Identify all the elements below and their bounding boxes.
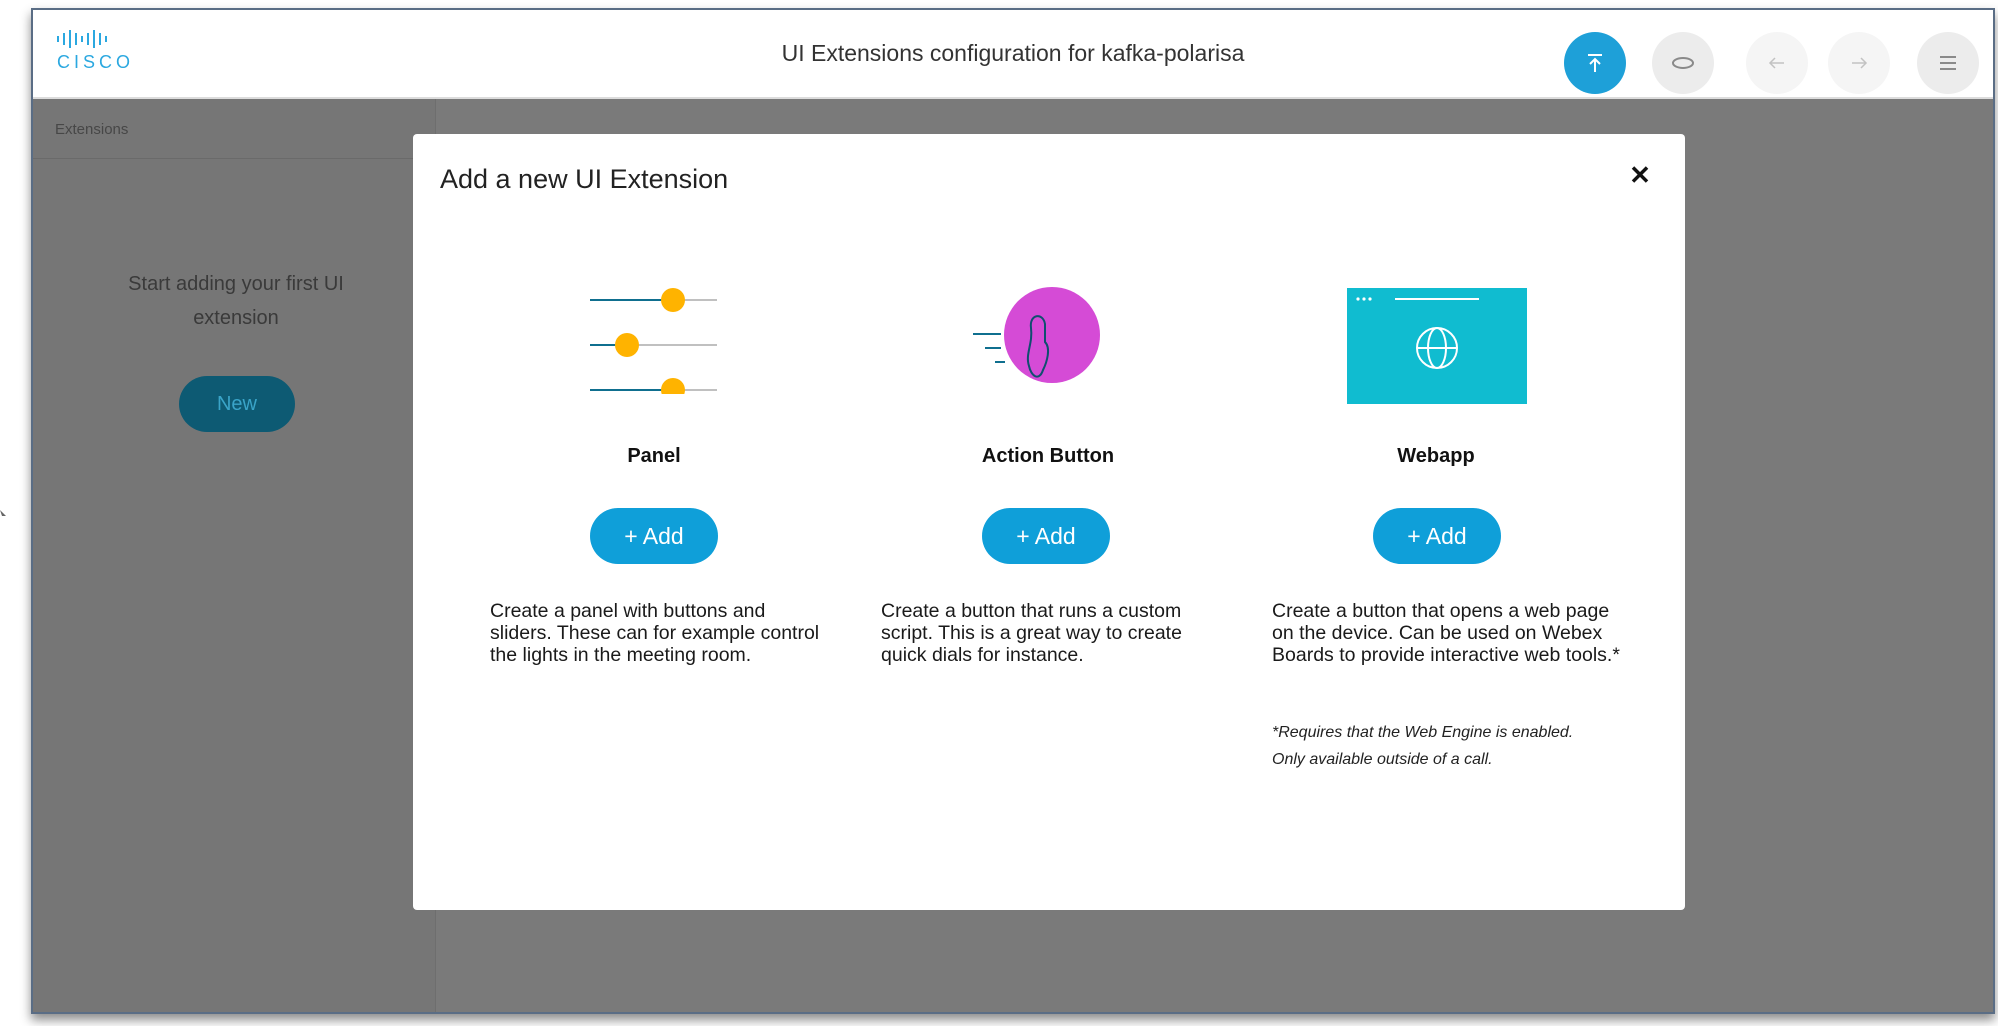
action-button-description: Create a button that runs a custom scrip… (881, 600, 1182, 666)
extensions-sidebar: Extensions Start adding your first UI ex… (33, 99, 436, 1012)
browser-globe-icon (1347, 288, 1527, 404)
menu-button[interactable] (1917, 32, 1979, 94)
mouse-cursor-icon (0, 510, 6, 516)
panel-description: Create a panel with buttons and sliders.… (490, 600, 820, 666)
add-extension-dialog: Add a new UI Extension ✕ Panel + Add Cre… (413, 134, 1685, 910)
webapp-description: Create a button that opens a web page on… (1272, 600, 1620, 666)
sidebar-heading: Extensions (33, 99, 435, 159)
upload-button[interactable] (1564, 32, 1626, 94)
close-icon: ✕ (1629, 159, 1651, 190)
top-bar: CISCO UI Extensions configuration for ka… (33, 10, 1993, 99)
empty-state-message: Start adding your first UI extension (128, 273, 344, 329)
new-extension-button[interactable]: New (179, 376, 295, 432)
undo-button[interactable] (1746, 32, 1808, 94)
add-webapp-button[interactable]: + Add (1373, 508, 1501, 564)
undo-icon (1768, 57, 1784, 69)
menu-icon (1940, 56, 1956, 70)
redo-icon (1852, 57, 1868, 69)
close-button[interactable]: ✕ (1625, 160, 1655, 190)
webapp-requirement-note: *Requires that the Web Engine is enabled… (1272, 724, 1574, 768)
sliders-icon (590, 288, 717, 394)
action-button-title: Action Button (981, 445, 1115, 467)
preview-button[interactable] (1652, 32, 1714, 94)
panel-title: Panel (627, 445, 681, 467)
preview-icon (1672, 57, 1694, 69)
add-panel-button[interactable]: + Add (590, 508, 718, 564)
upload-icon (1588, 54, 1602, 72)
dialog-title: Add a new UI Extension (440, 164, 729, 194)
add-action-button-button[interactable]: + Add (982, 508, 1110, 564)
webapp-title: Webapp (1397, 445, 1475, 467)
app-window: CISCO UI Extensions configuration for ka… (31, 8, 1995, 1014)
touch-hand-icon (973, 287, 1100, 383)
redo-button[interactable] (1828, 32, 1890, 94)
